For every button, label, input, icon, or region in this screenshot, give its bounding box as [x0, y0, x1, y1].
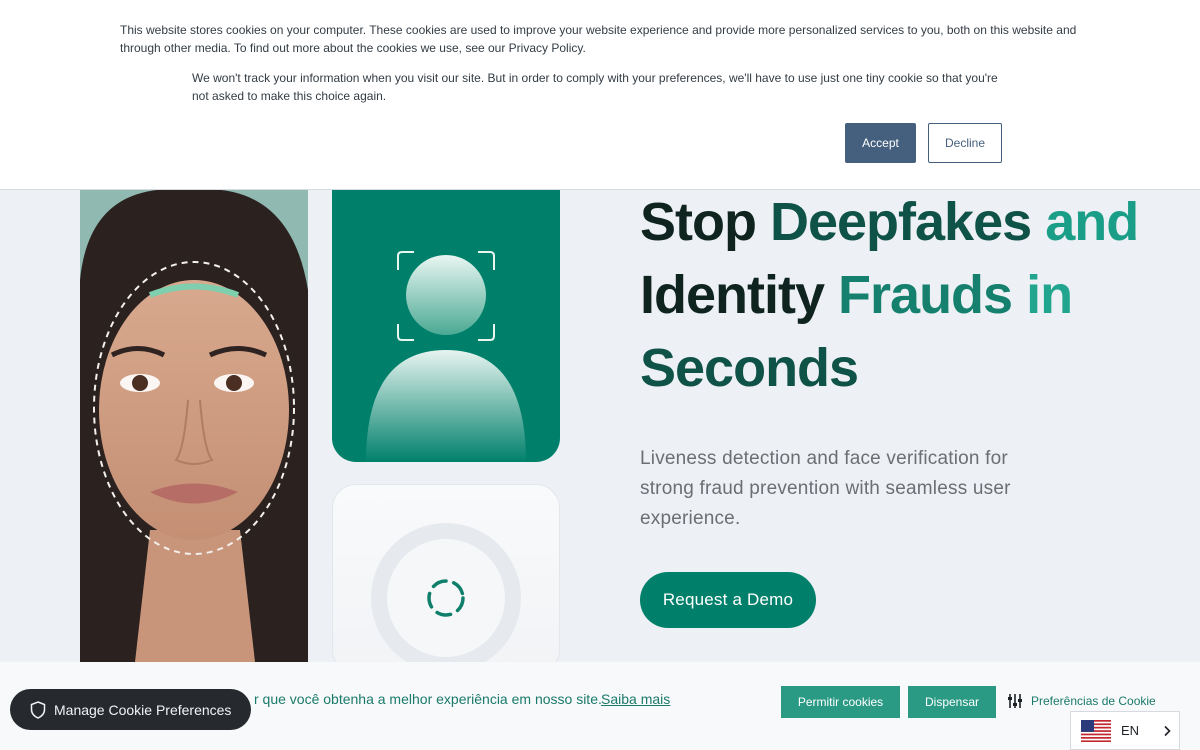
face-scan-avatar-card — [332, 150, 560, 462]
cookie-banner-secondary-text: We won't track your information when you… — [192, 71, 998, 103]
chevron-right-icon — [1164, 725, 1171, 736]
hero-headline: Stop Deepfakes and Identity Frauds in Se… — [640, 186, 1160, 405]
cookie-banner-text: This website stores cookies on your comp… — [120, 23, 1077, 55]
request-demo-button[interactable]: Request a Demo — [640, 572, 816, 628]
manage-cookie-preferences-button[interactable]: Manage Cookie Preferences — [10, 689, 251, 730]
hero-subtitle: Liveness detection and face verification… — [640, 448, 1011, 529]
language-selector[interactable]: EN — [1070, 711, 1180, 750]
headline-word: Deepfakes — [770, 192, 1032, 252]
learn-more-link[interactable]: Saiba mais — [601, 691, 670, 707]
cookie-preferences-link[interactable]: Preferências de Cookie — [1007, 693, 1156, 709]
face-photo — [80, 150, 308, 662]
cookie-preferences-label: Preferências de Cookie — [1031, 694, 1156, 708]
headline-word: in — [1026, 265, 1073, 325]
language-code: EN — [1121, 723, 1140, 738]
headline-word: Seconds — [640, 338, 859, 398]
sliders-icon — [1008, 694, 1022, 708]
headline-word: Stop — [640, 192, 757, 252]
headline-word: Frauds — [838, 265, 1013, 325]
decline-cookies-button[interactable]: Decline — [928, 123, 1002, 163]
loader-ring — [371, 523, 521, 673]
consent-bar-text: r que você obtenha a melhor experiência … — [254, 691, 602, 707]
dismiss-button[interactable]: Dispensar — [908, 686, 996, 718]
accept-cookies-button[interactable]: Accept — [845, 123, 916, 163]
headline-word: Identity — [640, 265, 825, 325]
manage-cookie-preferences-label: Manage Cookie Preferences — [54, 701, 232, 718]
spinner-icon — [427, 579, 465, 617]
headline-word: and — [1045, 192, 1139, 252]
allow-cookies-button[interactable]: Permitir cookies — [781, 686, 900, 718]
verification-loader-card — [332, 484, 560, 674]
cookie-banner: This website stores cookies on your comp… — [0, 0, 1200, 190]
us-flag-icon — [1081, 719, 1111, 742]
shield-icon — [30, 700, 46, 719]
